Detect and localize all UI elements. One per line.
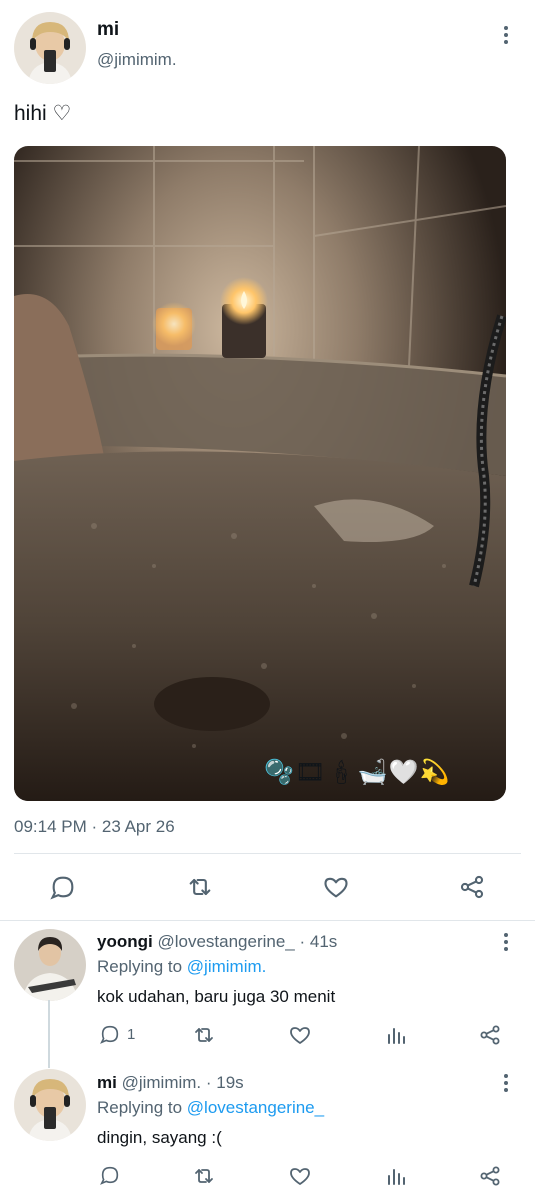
replying-to-label: Replying to — [97, 957, 183, 976]
reply-text: dingin, sayang :( — [97, 1128, 222, 1147]
more-options-button[interactable] — [496, 23, 516, 47]
retweet-icon — [195, 1028, 213, 1042]
reply-header: mi @jimimim. · 19s — [97, 1073, 244, 1093]
reply-more-options-button[interactable] — [496, 1071, 516, 1095]
analytics-button[interactable] — [384, 1023, 408, 1047]
share-icon — [480, 1025, 500, 1045]
retweet-button[interactable] — [186, 873, 214, 901]
reply-author-handle[interactable]: @lovestangerine_ — [157, 932, 294, 951]
analytics-icon — [388, 1028, 405, 1044]
dot — [504, 933, 508, 937]
share-button[interactable] — [458, 873, 486, 901]
author-avatar[interactable] — [14, 12, 86, 84]
like-button[interactable] — [288, 1164, 312, 1188]
dot — [504, 940, 508, 944]
retweet-button[interactable] — [192, 1164, 216, 1188]
replying-to-link[interactable]: @lovestangerine_ — [187, 1098, 324, 1117]
author-name[interactable]: mi — [97, 19, 119, 41]
author-handle[interactable]: @jimimim. — [97, 50, 177, 70]
reply-time[interactable]: · 19s — [206, 1073, 244, 1092]
dot — [504, 1088, 508, 1092]
like-button[interactable] — [322, 873, 350, 901]
reply-icon — [50, 876, 74, 900]
reply-button[interactable] — [99, 1164, 127, 1186]
dot — [504, 26, 508, 30]
retweet-icon — [195, 1169, 213, 1183]
heart-icon — [290, 1168, 310, 1185]
share-icon — [480, 1166, 500, 1186]
dot — [504, 1074, 508, 1078]
reply-more-options-button[interactable] — [496, 930, 516, 954]
image-emoji-overlay: 🫧🎞🕯🛁🤍💫 — [264, 758, 451, 786]
reply-time[interactable]: · 41s — [299, 932, 337, 951]
analytics-button[interactable] — [384, 1164, 408, 1188]
reply-text: kok udahan, baru juga 30 menit — [97, 987, 336, 1006]
reply-author-name[interactable]: yoongi — [97, 932, 153, 951]
retweet-button[interactable] — [192, 1023, 216, 1047]
like-button[interactable] — [288, 1023, 312, 1047]
reply-icon — [100, 1166, 119, 1185]
reply-author-name[interactable]: mi — [97, 1073, 117, 1092]
reply-button[interactable] — [49, 873, 77, 901]
dot — [504, 40, 508, 44]
retweet-icon — [189, 878, 211, 896]
analytics-icon — [388, 1169, 405, 1185]
reply-author-handle[interactable]: @jimimim. — [122, 1073, 202, 1092]
reply-avatar[interactable] — [14, 1069, 86, 1141]
replying-to-label: Replying to — [97, 1098, 183, 1117]
reply-count: 1 — [127, 1025, 136, 1043]
reply-header: yoongi @lovestangerine_ · 41s — [97, 932, 337, 952]
reply-button[interactable]: 1 — [99, 1023, 135, 1045]
heart-icon — [324, 877, 348, 898]
replying-to-link[interactable]: @jimimim. — [187, 957, 267, 976]
dot — [504, 1081, 508, 1085]
tweet-timestamp[interactable]: 09:14 PM · 23 Apr 26 — [14, 817, 175, 837]
tweet-text: hihi ♡ — [14, 102, 72, 125]
heart-icon — [290, 1027, 310, 1044]
share-button[interactable] — [478, 1023, 502, 1047]
divider — [14, 853, 521, 854]
reply-avatar[interactable] — [14, 929, 86, 1001]
dot — [504, 33, 508, 37]
dot — [504, 947, 508, 951]
thread-connector-line — [48, 1000, 50, 1068]
tweet-media-image[interactable] — [14, 146, 506, 801]
share-button[interactable] — [478, 1164, 502, 1188]
share-icon — [460, 875, 484, 899]
replying-to: Replying to @lovestangerine_ — [97, 1098, 324, 1118]
replying-to: Replying to @jimimim. — [97, 957, 266, 977]
divider — [0, 920, 535, 921]
reply-icon — [100, 1025, 119, 1044]
